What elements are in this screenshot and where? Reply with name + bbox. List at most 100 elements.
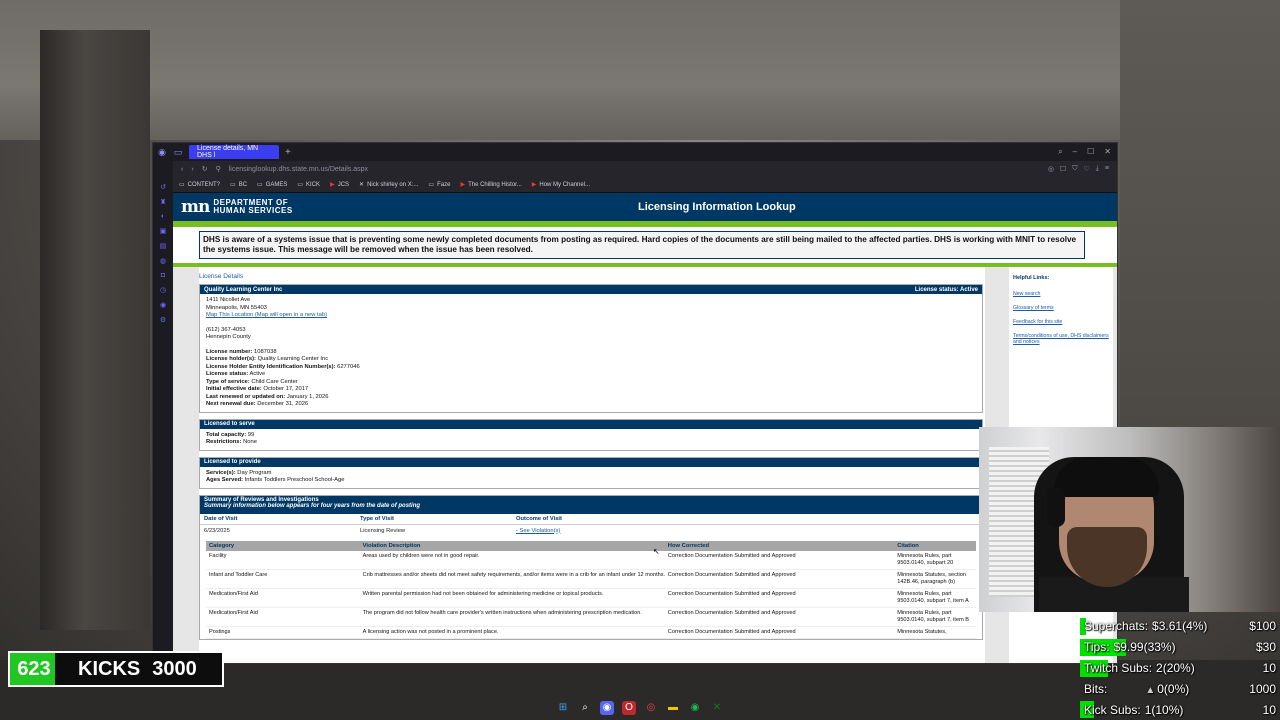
- heart-icon[interactable]: ♡: [1084, 165, 1090, 173]
- extension-icon[interactable]: ◎: [1048, 165, 1054, 173]
- store-icon[interactable]: ♜: [160, 198, 166, 206]
- renewed-row: Last renewed or updated on: January 1, 2…: [206, 393, 329, 400]
- table-row: Postings A licensing action was not post…: [206, 627, 976, 639]
- search-icon[interactable]: ⌕: [578, 701, 592, 715]
- minimize-icon[interactable]: –: [1073, 147, 1077, 157]
- visit-table-header: Date of Visit Type of Visit Outcome of V…: [200, 514, 982, 525]
- bookmark-nick-shirley[interactable]: ✕ Nick shirley on X:...: [359, 181, 418, 189]
- table-row: 6/23/2025 Licensing Review - See Violati…: [200, 525, 982, 537]
- web-page: mn DEPARTMENT OF HUMAN SERVICES Licensin…: [173, 193, 1117, 663]
- site-info-icon[interactable]: ⚲: [216, 165, 221, 173]
- folder-icon: ▭: [297, 182, 304, 188]
- beanie: [1054, 457, 1159, 497]
- bookmark-content[interactable]: ▭ CONTENT?: [179, 181, 220, 189]
- feedback-link[interactable]: Feedback for this site: [1013, 319, 1109, 325]
- new-search-link[interactable]: New search: [1013, 291, 1109, 297]
- license-details-title: License Details: [199, 273, 244, 280]
- reload-icon[interactable]: ↻: [202, 165, 208, 173]
- spotify-icon[interactable]: ◉: [688, 701, 702, 715]
- bookmark-jcs[interactable]: ▶ JCS: [330, 181, 349, 189]
- url-field[interactable]: licensinglookup.dhs.state.mn.us/Details.…: [229, 166, 368, 173]
- address-bar: ‹ › ↻ ⚲ licensinglookup.dhs.state.mn.us/…: [153, 161, 1117, 177]
- page-title: Licensing Information Lookup: [638, 201, 796, 213]
- extension-toolbar: ◎ ☐ ⛉ ♡ ⤓ ≡: [1048, 165, 1117, 173]
- xbox-icon[interactable]: ✕: [710, 701, 724, 715]
- bookmark-chilling-history[interactable]: ▶ The Chilling Histor...: [460, 181, 521, 189]
- license-status-header: License status: Active: [914, 286, 978, 293]
- next-renewal-row: Next renewal due: December 31, 2026: [206, 401, 309, 407]
- clock-icon[interactable]: ◷: [160, 286, 166, 294]
- youtube-icon: ▶: [531, 182, 537, 188]
- license-number-row: License number: 1087038: [206, 348, 277, 355]
- search-tabs-icon[interactable]: ⌕: [1058, 147, 1062, 157]
- close-icon[interactable]: ✕: [1104, 147, 1111, 157]
- helpful-links-title: Helpful Links:: [1013, 275, 1050, 281]
- bookmark-icon[interactable]: ☐: [1060, 165, 1066, 173]
- messenger-icon[interactable]: ◐: [161, 213, 165, 220]
- tab-license-details[interactable]: License details, MN DHS l: [189, 145, 279, 159]
- main-column: License Details Quality Learning Center …: [199, 267, 985, 663]
- table-row: Medication/First Aid The program did not…: [206, 608, 976, 627]
- tab-bar: ◉ ▭ License details, MN DHS l + ⌕ – ☐ ✕: [153, 143, 1117, 161]
- shield-icon[interactable]: ⛉: [1072, 165, 1077, 173]
- table-row: Medication/First Aid Written parental pe…: [206, 589, 976, 608]
- glossary-link[interactable]: Glossary of terms: [1013, 305, 1109, 311]
- ages-row: Ages Served: Infants Toddlers Preschool …: [206, 477, 345, 483]
- instagram-icon[interactable]: ◘: [161, 272, 165, 279]
- map-link[interactable]: Map This Location (Map will open in a ne…: [206, 312, 976, 320]
- menu-icon[interactable]: ≡: [1105, 165, 1109, 173]
- service-type-row: Type of service: Child Care Center: [206, 378, 298, 385]
- file-explorer-icon[interactable]: ▬: [666, 701, 680, 715]
- see-violations-link[interactable]: - See Violation(s): [516, 528, 716, 534]
- section-bar: Licensed to provide: [200, 457, 982, 467]
- kicks-goal-bar: 623 KICKS 3000: [8, 651, 224, 687]
- bookmarks-bar: ▭ CONTENT? ▭ BC ▭ GAMES ▭ KICK ▶ JCS ✕ Nick sh…: [153, 177, 1117, 193]
- player-icon[interactable]: ◉: [160, 301, 166, 309]
- stream-goals: Superchats: $3.61(4%) $100 Tips: $9.99(3…: [1080, 616, 1280, 720]
- license-status-row: License status: Active: [206, 371, 266, 377]
- settings-icon[interactable]: ⚙: [160, 316, 166, 324]
- kicks-goal: 3000: [152, 657, 197, 680]
- address-line1: 1411 Nicollet Ave: [206, 297, 251, 303]
- logo-text: DEPARTMENT OF HUMAN SERVICES: [213, 198, 293, 215]
- bookmark-faze[interactable]: ▭ Faze: [428, 181, 450, 189]
- bookmark-kick[interactable]: ▭ KICK: [297, 181, 320, 189]
- tab-actions-icon[interactable]: ▭: [173, 147, 183, 157]
- new-tab-icon[interactable]: +: [285, 147, 291, 158]
- system-alert: DHS is aware of a systems issue that is …: [199, 231, 1085, 259]
- provide-info: Service(s): Day Program Ages Served: Inf…: [200, 467, 982, 488]
- content-area: License Details Quality Learning Center …: [173, 267, 1117, 663]
- folder-icon: ▭: [428, 182, 435, 188]
- opera-icon[interactable]: O: [622, 701, 636, 715]
- bookmark-games[interactable]: ▭ GAMES: [257, 181, 287, 189]
- bits-icon: ▲: [1145, 684, 1156, 696]
- forward-icon[interactable]: ›: [191, 166, 193, 173]
- reviews-box: Summary of Reviews and Investigations Su…: [199, 494, 983, 640]
- licensed-to-provide-box: Licensed to provide Service(s): Day Prog…: [199, 456, 983, 489]
- entity-id-row: License Holder Entity Identification Num…: [206, 363, 360, 370]
- bookmark-how-my-channel[interactable]: ▶ How My Channel...: [531, 181, 590, 189]
- history-icon[interactable]: ↺: [160, 183, 166, 191]
- terms-link[interactable]: Terms/conditions of use, DHS disclaimers…: [1013, 333, 1109, 345]
- license-details-box: Quality Learning Center Inc License stat…: [199, 284, 983, 413]
- discord-icon[interactable]: ◉: [600, 701, 614, 715]
- dhs-logo[interactable]: mn DEPARTMENT OF HUMAN SERVICES: [173, 197, 293, 217]
- table-row: Infant and Toddler Care Crib mattresses …: [206, 570, 976, 589]
- x-icon: ✕: [359, 182, 365, 188]
- twitch-icon[interactable]: ▤: [160, 242, 167, 250]
- chat-icon[interactable]: ◍: [160, 257, 166, 265]
- webcam-background-ceiling: [0, 0, 1280, 140]
- download-icon[interactable]: ⤓: [1096, 165, 1099, 173]
- windows-start-icon[interactable]: ⊞: [556, 701, 570, 715]
- services-row: Service(s): Day Program: [206, 469, 272, 476]
- folder-icon: ▭: [257, 182, 263, 188]
- chrome-icon[interactable]: ◎: [644, 701, 658, 715]
- violations-table: Category Violation Description How Corre…: [206, 540, 976, 639]
- browser-logo-icon[interactable]: ◉: [157, 147, 167, 157]
- wallet-icon[interactable]: ▣: [160, 227, 167, 235]
- back-icon[interactable]: ‹: [181, 166, 183, 173]
- alert-wrapper: DHS is aware of a systems issue that is …: [173, 227, 1117, 267]
- provider-name: Quality Learning Center Inc: [204, 286, 283, 293]
- maximize-icon[interactable]: ☐: [1087, 147, 1094, 157]
- bookmark-bc[interactable]: ▭ BC: [230, 181, 247, 189]
